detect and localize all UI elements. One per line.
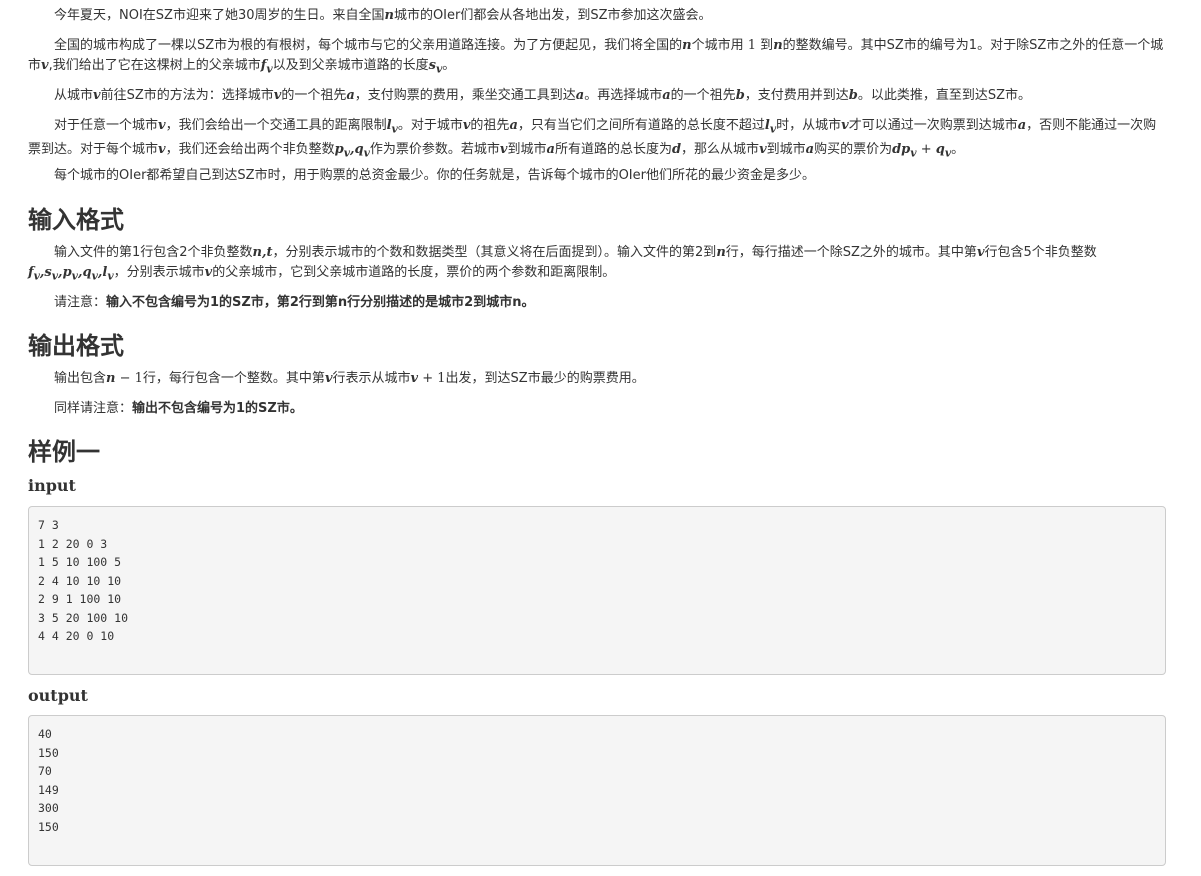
desc-paragraph-2: 全国的城市构成了一棵以SZ市为根的有根树，每个城市与它的父亲用道路连接。为了方便… <box>28 38 1164 76</box>
input-format-heading: 输入格式 <box>28 206 124 234</box>
desc-paragraph-4: 对于任意一个城市v，我们会给出一个交通工具的距离限制lv。对于城市v的祖先a，只… <box>28 118 1157 160</box>
input-note-bold: 输入不包含编号为1的SZ市，第2行到第n行分别描述的是城市2到城市n。 <box>106 295 535 310</box>
sample-output-label: output <box>28 686 88 705</box>
problem-page: 今年夏天，NOI在SZ市迎来了她30周岁的生日。来自全国n城市的OIer们都会从… <box>0 0 1201 876</box>
desc-paragraph-1: 今年夏天，NOI在SZ市迎来了她30周岁的生日。来自全国n城市的OIer们都会从… <box>54 8 712 23</box>
desc-paragraph-3: 从城市v前往SZ市的方法为：选择城市v的一个祖先a，支付购票的费用，乘坐交通工具… <box>54 88 1032 103</box>
output-note-prefix: 同样请注意： <box>54 401 133 416</box>
sample-heading: 样例一 <box>28 438 100 466</box>
output-format-heading: 输出格式 <box>28 332 124 360</box>
sample-input-box[interactable]: 7 3 1 2 20 0 3 1 5 10 100 5 2 4 10 10 10… <box>28 506 1166 675</box>
output-format-paragraph: 输出包含n − 1行，每行包含一个整数。其中第v行表示从城市v + 1出发，到达… <box>54 371 645 386</box>
input-note-prefix: 请注意： <box>54 295 107 310</box>
output-format-note: 同样请注意：输出不包含编号为1的SZ市。 <box>28 399 1168 419</box>
sample-output-box[interactable]: 40 150 70 149 300 150 <box>28 715 1166 866</box>
desc-paragraph-5: 每个城市的OIer都希望自己到达SZ市时，用于购票的总资金最少。你的任务就是，告… <box>54 168 815 183</box>
output-note-bold: 输出不包含编号为1的SZ市。 <box>132 401 303 416</box>
input-format-paragraph: 输入文件的第1行包含2个非负整数n,t，分别表示城市的个数和数据类型（其意义将在… <box>28 245 1097 283</box>
input-format-note: 请注意：输入不包含编号为1的SZ市，第2行到第n行分别描述的是城市2到城市n。 <box>28 293 1168 313</box>
sample-input-text: 7 3 1 2 20 0 3 1 5 10 100 5 2 4 10 10 10… <box>38 518 129 643</box>
sample-output-text: 40 150 70 149 300 150 <box>38 727 59 834</box>
sample-input-label: input <box>28 476 76 495</box>
